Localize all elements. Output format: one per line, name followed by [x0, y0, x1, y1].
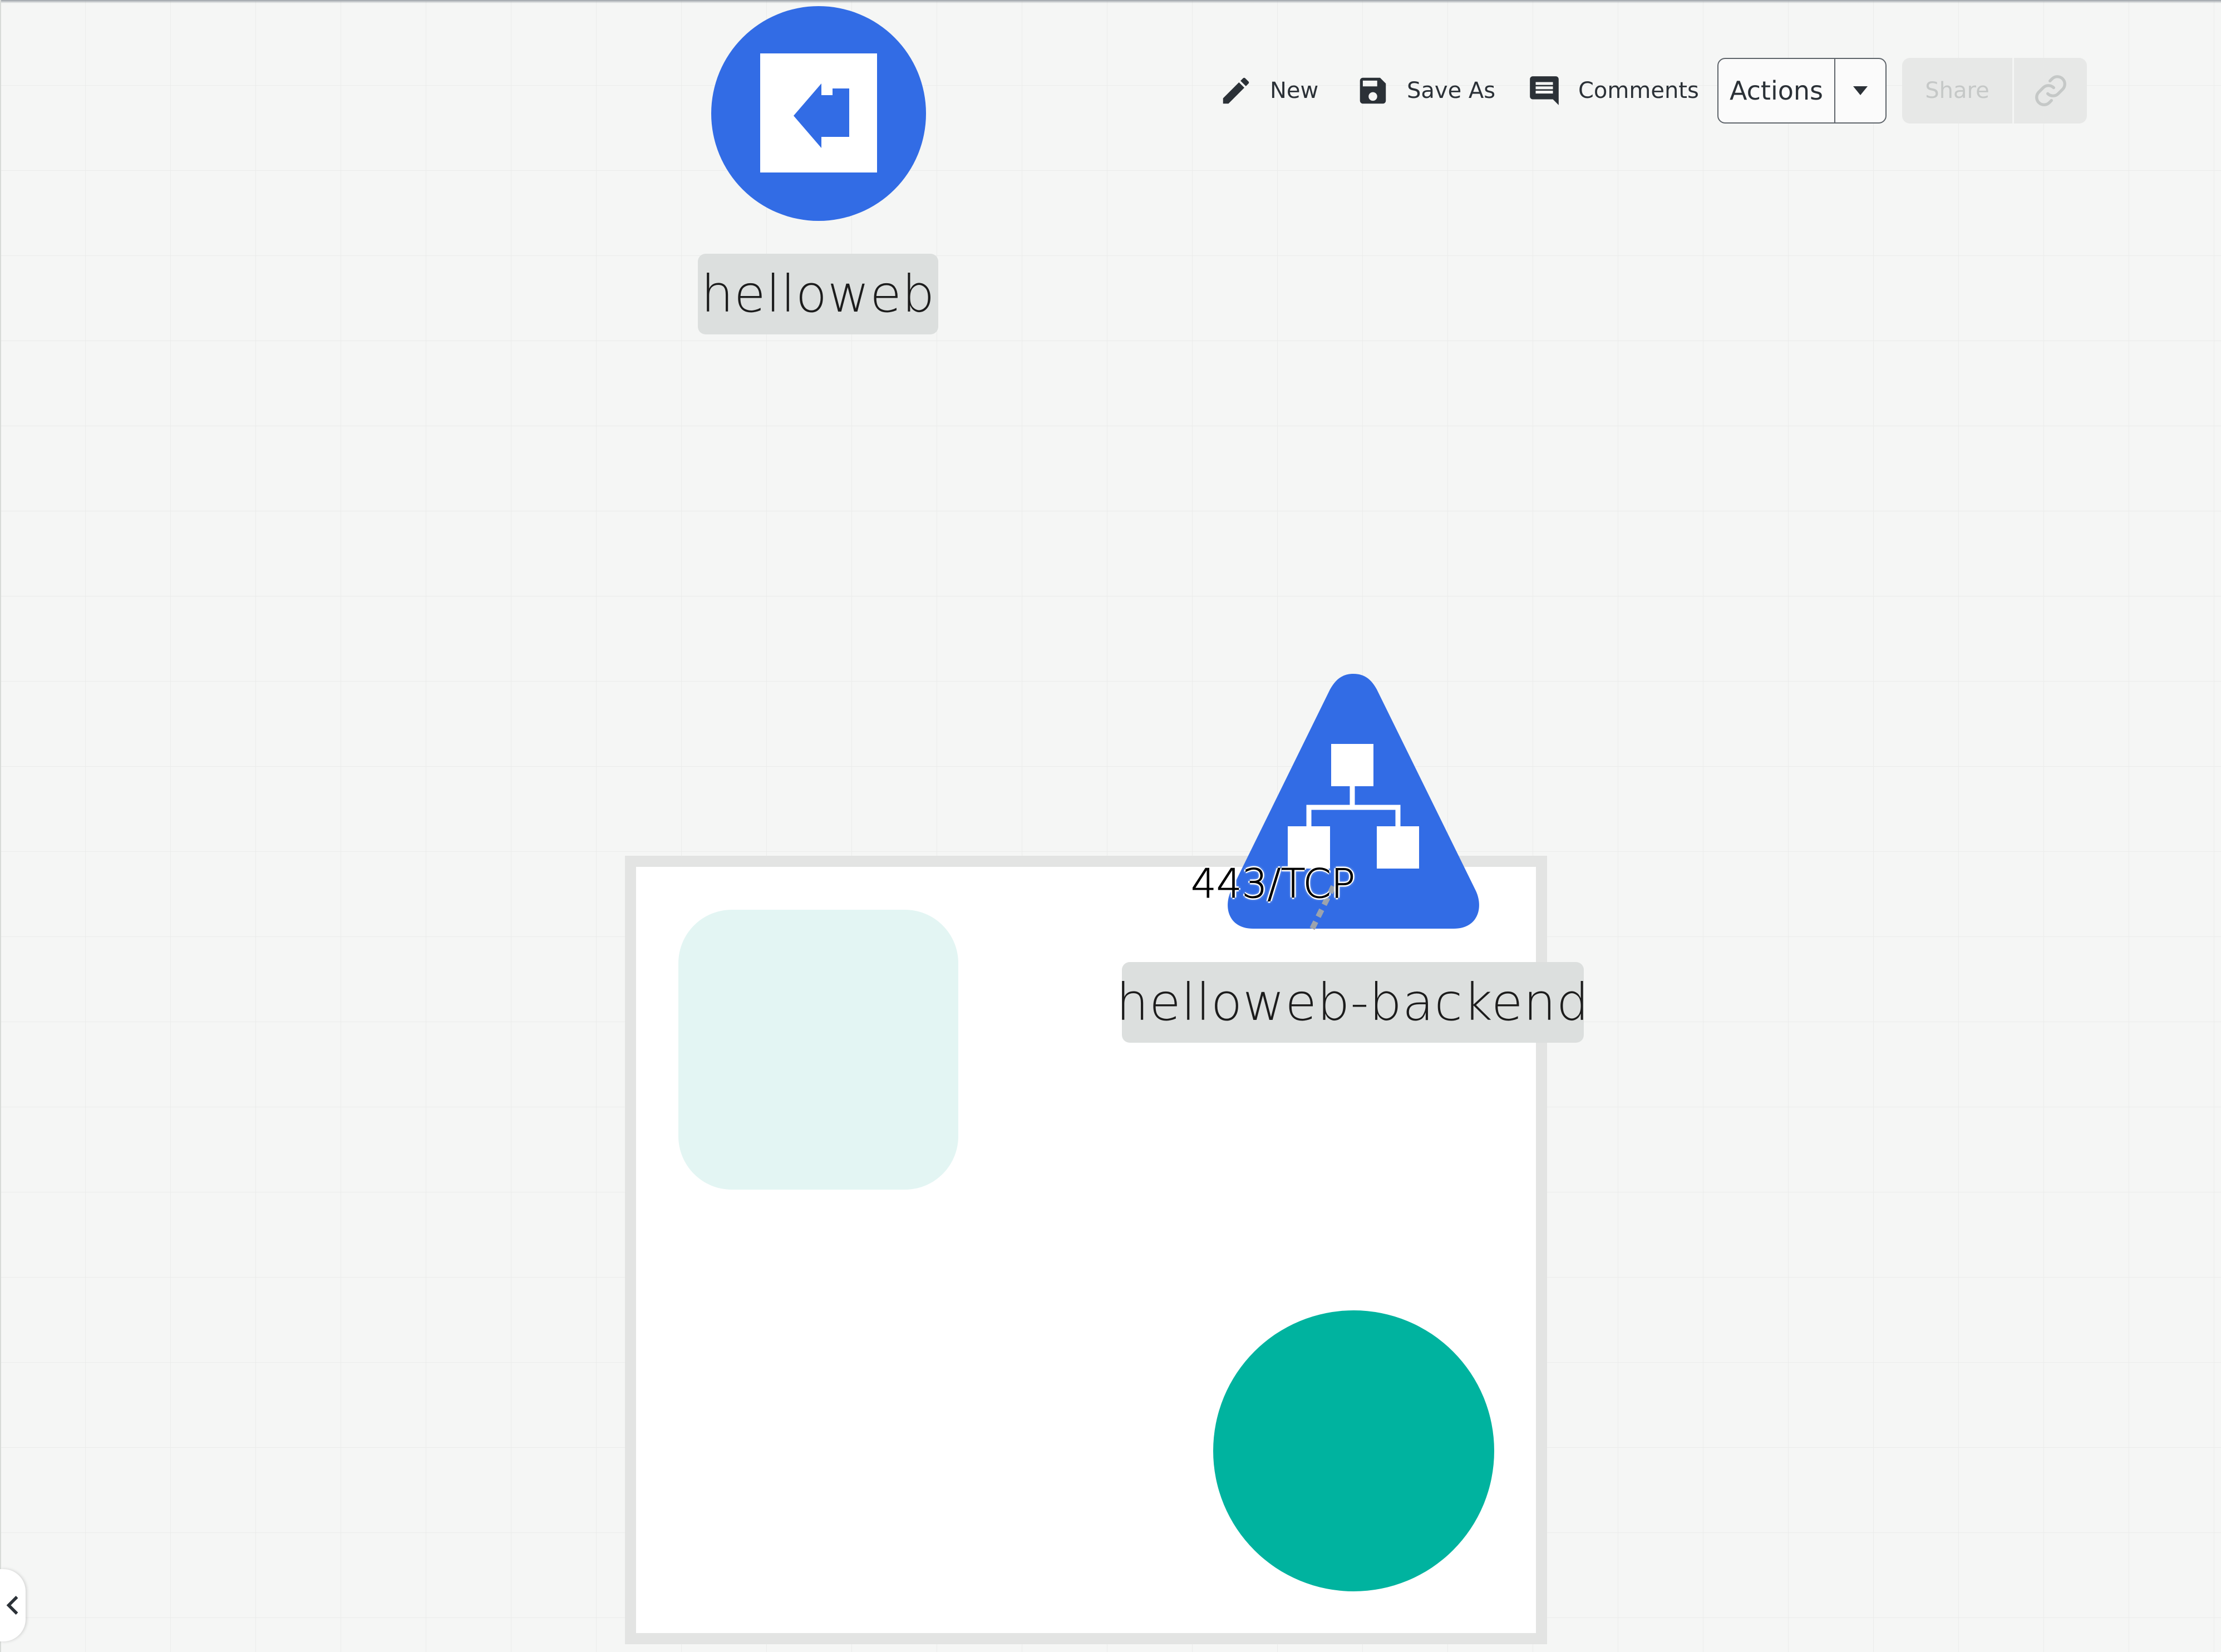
save-as-button[interactable]: Save As: [1356, 73, 1495, 108]
actions-split-button: Actions: [1717, 58, 1887, 124]
new-button-label: New: [1270, 78, 1319, 103]
service-node-label: helloweb-backend: [1116, 962, 1589, 1043]
copy-link-button[interactable]: [2014, 58, 2087, 124]
link-icon: [2035, 75, 2066, 106]
edge-label-port: 443/TCP: [1190, 860, 1356, 908]
save-as-button-label: Save As: [1407, 78, 1496, 103]
caret-down-icon: [1853, 86, 1868, 95]
floppy-disk-icon: [1360, 77, 1386, 104]
chevron-left-icon: [6, 1596, 18, 1615]
comments-button[interactable]: Comments: [1527, 73, 1699, 108]
actions-button[interactable]: Actions: [1718, 59, 1835, 122]
pod-node[interactable]: [1213, 1310, 1494, 1591]
deployment-node[interactable]: [678, 910, 958, 1190]
new-button[interactable]: New: [1219, 73, 1318, 108]
pencil-icon: [1223, 77, 1249, 104]
top-shadow: [0, 0, 2221, 3]
comments-button-label: Comments: [1578, 78, 1699, 103]
left-edge: [0, 0, 1, 1652]
share-button[interactable]: Share: [1902, 58, 2014, 124]
ingress-node-label: helloweb: [698, 254, 938, 334]
comment-icon: [1530, 76, 1559, 105]
ingress-node[interactable]: [711, 6, 926, 221]
sidebar-expand-button[interactable]: [0, 1569, 26, 1641]
share-group: Share: [1902, 58, 2087, 124]
ingress-icon: [760, 53, 877, 172]
actions-dropdown-toggle[interactable]: [1835, 59, 1885, 122]
